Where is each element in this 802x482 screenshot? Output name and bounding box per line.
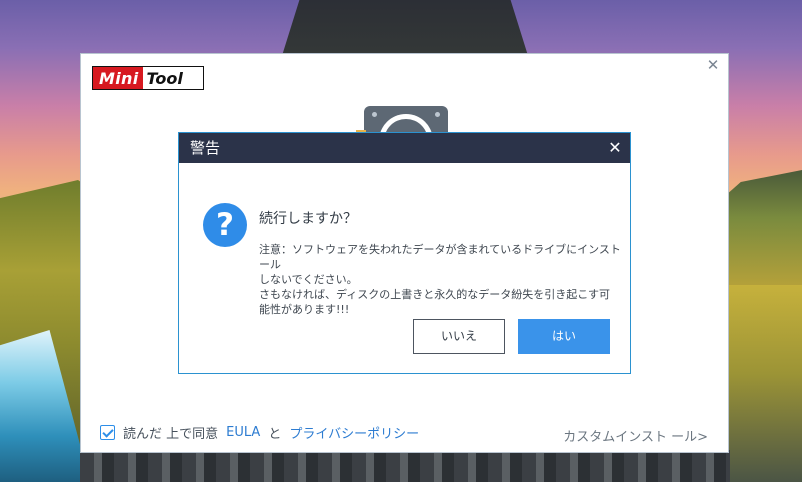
message-line: 能性があります!!! <box>259 303 350 316</box>
dialog-question: 続行しますか？ <box>259 211 357 227</box>
eula-text-prefix: 読んだ 上で同意 <box>123 427 219 442</box>
eula-link[interactable]: EULA <box>226 425 260 440</box>
message-line: さもなければ、ディスクの上書きと永久的なデータ紛失を引き起こす可 <box>259 288 611 301</box>
dialog-header: 警告 ✕ <box>179 133 630 163</box>
logo-tool: Tool <box>143 67 203 89</box>
privacy-policy-link[interactable]: プライバシーポリシー <box>289 423 419 442</box>
screw-dot <box>372 112 377 117</box>
installer-close-icon[interactable]: ✕ <box>705 57 721 73</box>
logo-mini: Mini <box>93 67 144 89</box>
screw-dot <box>435 112 440 117</box>
eula-checkbox[interactable] <box>100 425 115 440</box>
question-icon: ? <box>203 203 247 247</box>
eula-and-text: と <box>268 427 282 442</box>
dialog-title: 警告 <box>190 139 221 157</box>
custom-install-link[interactable]: カスタムインスト ール> <box>563 426 708 445</box>
dialog-message: 注意：ソフトウェアを失われたデータが含まれているドライブにインストール しないで… <box>259 242 623 317</box>
eula-agreement: 読んだ 上で同意 EULA と プライバシーポリシー <box>100 423 419 442</box>
message-line: しないでください。 <box>259 273 358 286</box>
yes-button[interactable]: はい <box>518 319 610 354</box>
minitool-logo: Mini Tool <box>92 66 204 90</box>
dialog-close-icon[interactable]: ✕ <box>607 133 623 163</box>
warning-dialog: 警告 ✕ ? 続行しますか？ 注意：ソフトウェアを失われたデータが含まれているド… <box>178 132 631 374</box>
rocks <box>80 450 730 482</box>
message-line: 注意：ソフトウェアを失われたデータが含まれているドライブにインストール <box>259 243 621 271</box>
no-button[interactable]: いいえ <box>413 319 505 354</box>
installer-footer: 読んだ 上で同意 EULA と プライバシーポリシー カスタムインスト ール> <box>81 420 728 445</box>
